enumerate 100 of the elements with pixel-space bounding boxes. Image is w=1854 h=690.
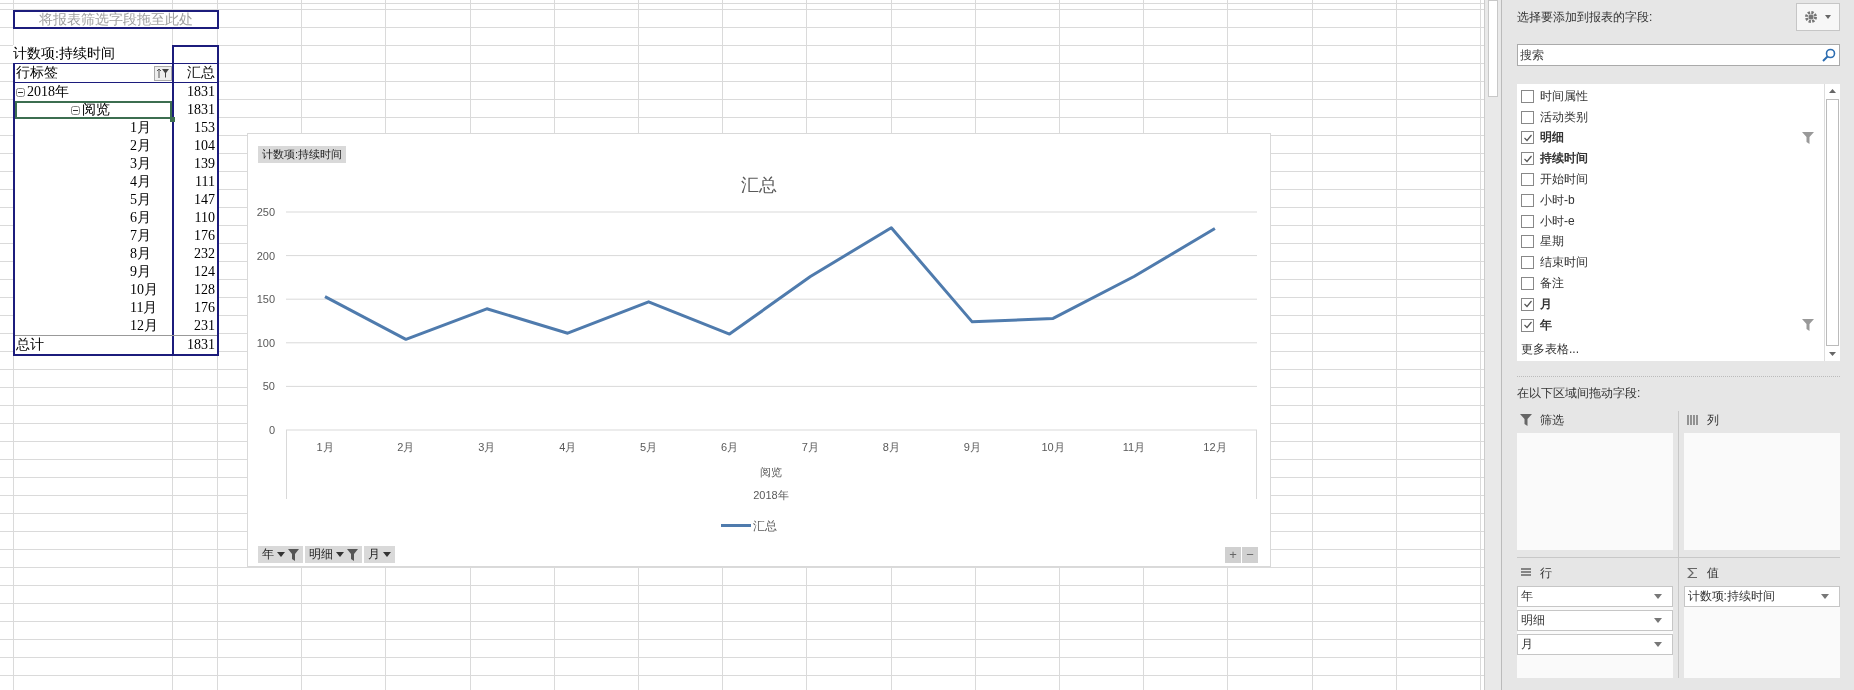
drop-area[interactable]: 计数项:持续时间 <box>1683 586 1840 678</box>
more-tables-link[interactable]: 更多表格... <box>1521 340 1579 358</box>
table-cell: 176 <box>194 300 215 315</box>
caret-icon <box>336 552 344 557</box>
x-tick-label: 1月 <box>316 441 334 453</box>
checkbox[interactable] <box>1521 277 1534 291</box>
field-item[interactable]: 小时-b <box>1521 190 1820 211</box>
row-label: 6月 <box>130 209 151 227</box>
drop-area[interactable]: 年 明细 月 <box>1517 586 1673 678</box>
row-label: 2018年 <box>27 83 69 101</box>
zoom-button[interactable]: + <box>1225 546 1241 563</box>
table-cell: 124 <box>194 264 215 279</box>
field-item[interactable]: 时间属性 <box>1521 86 1820 107</box>
collapse-icon[interactable] <box>16 87 25 97</box>
zoom-button[interactable]: − <box>1242 546 1258 563</box>
x-tick-label: 9月 <box>963 441 981 453</box>
settings-button[interactable] <box>1796 3 1840 31</box>
area-label: 行 <box>1540 564 1552 582</box>
table-cell: 1831 <box>187 84 215 99</box>
field-item[interactable]: 开始时间 <box>1521 169 1820 190</box>
field-item[interactable]: 小时-e <box>1521 210 1820 232</box>
caret-icon <box>1821 594 1829 599</box>
gear-icon <box>1804 10 1832 24</box>
field-item[interactable]: 月 <box>1521 293 1820 315</box>
caret-icon <box>1653 642 1662 647</box>
field-item[interactable]: 活动类别 <box>1521 106 1820 128</box>
x-tick-label: 3月 <box>478 441 496 453</box>
row-label: 10月 <box>130 281 158 299</box>
checkbox[interactable] <box>1521 235 1534 249</box>
field-item[interactable]: 明细 <box>1521 127 1820 149</box>
area-field[interactable]: 月 <box>1517 634 1673 655</box>
table-cell: 231 <box>194 318 215 333</box>
table-cell: 153 <box>194 120 215 135</box>
row-label: 4月 <box>130 173 151 191</box>
value-field-button[interactable]: 计数项:持续时间 <box>258 146 347 163</box>
x-tick-label: 7月 <box>801 441 819 453</box>
axis-field-button[interactable]: 月 <box>364 546 395 563</box>
checkbox[interactable] <box>1521 256 1534 270</box>
axis-field-button[interactable]: 明细 <box>305 546 362 563</box>
checkbox[interactable] <box>1521 297 1534 311</box>
sort-filter-button[interactable] <box>154 65 172 81</box>
axis-field-button[interactable]: 年 <box>258 546 303 563</box>
x-tick-label: 11月 <box>1122 441 1146 453</box>
scrollbar[interactable] <box>1484 0 1502 690</box>
y-tick-label: 50 <box>262 380 275 393</box>
y-tick-label: 0 <box>268 424 275 436</box>
table-cell: 128 <box>194 282 215 297</box>
area-label: 列 <box>1706 411 1719 429</box>
row-label: 8月 <box>130 245 151 263</box>
checkbox[interactable] <box>1521 214 1534 228</box>
checkbox[interactable] <box>1521 318 1534 332</box>
area-field[interactable]: 明细 <box>1517 610 1673 631</box>
scrollbar[interactable] <box>1824 84 1840 361</box>
category-group-label: 阅览 <box>760 466 782 478</box>
table-cell: 110 <box>194 210 215 225</box>
chart-area[interactable]: 计数项:持续时间 汇总 0 50 100 150 200 250 1月 2月 3月 4月 5月 6月 7月 8月 9月 10月 11月 12月 阅览 2018年 汇总 年 明细 月 + − <box>247 133 1271 567</box>
row-label: 11月 <box>130 299 158 317</box>
field-item[interactable]: 星期 <box>1521 231 1820 253</box>
area-label: 筛选 <box>1540 411 1564 429</box>
row-label: 3月 <box>130 155 151 173</box>
table-cell: 147 <box>194 192 215 207</box>
table-cell: 176 <box>194 228 215 243</box>
collapse-icon[interactable] <box>71 105 80 115</box>
y-tick-label: 250 <box>256 206 275 218</box>
caret-icon <box>277 552 285 557</box>
table-cell: 1831 <box>187 337 215 352</box>
areas-title: 在以下区域间拖动字段: <box>1517 385 1642 401</box>
x-tick-label: 4月 <box>559 441 577 453</box>
sum-icon <box>1686 567 1699 579</box>
row-label: 阅览 <box>82 101 110 119</box>
area-field[interactable]: 年 <box>1517 586 1673 607</box>
field-item[interactable]: 持续时间 <box>1521 148 1820 170</box>
table-cell: 1831 <box>187 102 215 117</box>
x-tick-label: 2月 <box>397 441 415 453</box>
legend-line-icon <box>721 524 751 528</box>
filter-icon <box>1520 414 1532 426</box>
row-label-header: 行标签 <box>16 64 58 82</box>
checkbox[interactable] <box>1521 110 1534 124</box>
search-field[interactable]: 搜索 <box>1517 44 1840 66</box>
caret-icon <box>1653 618 1662 623</box>
area-label: 值 <box>1706 564 1719 582</box>
field-item[interactable]: 备注 <box>1521 273 1820 294</box>
area-field[interactable]: 计数项:持续时间 <box>1683 586 1840 607</box>
chart-title: 汇总 <box>741 174 777 197</box>
value-caption: 计数项:持续时间 <box>13 45 172 63</box>
row-label: 1月 <box>130 119 151 137</box>
checkbox[interactable] <box>1521 152 1534 166</box>
table-cell: 139 <box>194 156 215 171</box>
x-tick-label: 5月 <box>640 441 658 453</box>
row-label: 5月 <box>130 191 151 209</box>
field-item[interactable]: 结束时间 <box>1521 252 1820 274</box>
total-header: 汇总 <box>187 65 215 80</box>
field-item[interactable]: 年 <box>1521 314 1820 336</box>
table-cell: 232 <box>194 246 215 261</box>
checkbox[interactable] <box>1521 89 1534 103</box>
checkbox[interactable] <box>1521 193 1534 207</box>
x-tick-label: 10月 <box>1041 441 1065 453</box>
checkbox[interactable] <box>1521 173 1534 187</box>
checkbox[interactable] <box>1521 131 1534 145</box>
panel-title: 选择要添加到报表的字段: <box>1517 8 1653 26</box>
